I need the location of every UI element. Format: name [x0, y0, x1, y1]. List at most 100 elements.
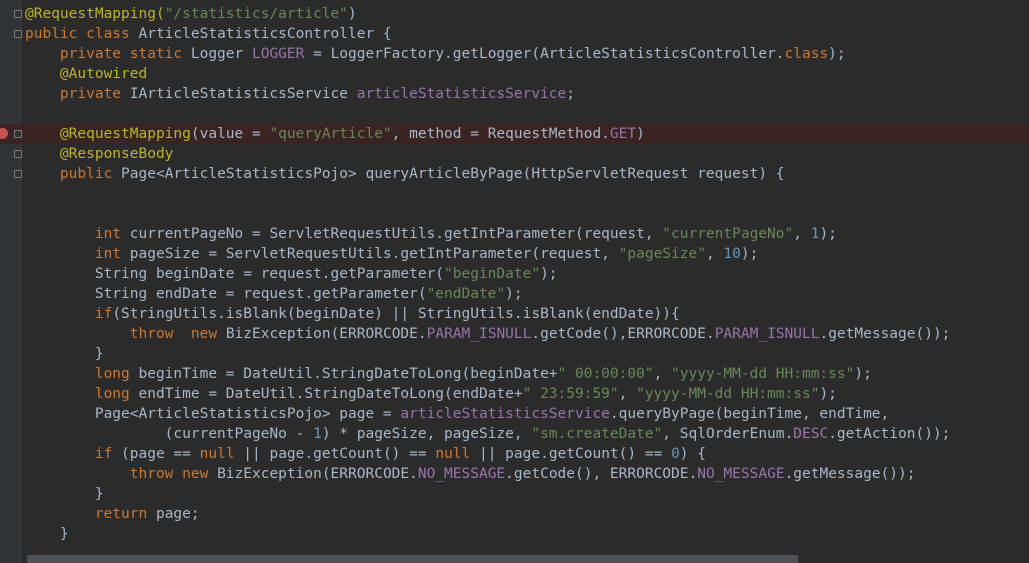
code-token: );	[740, 246, 759, 262]
code-area[interactable]: @RequestMapping("/statistics/article") pu…	[0, 4, 1029, 544]
code-token: );	[819, 386, 837, 402]
code-token: }	[25, 526, 69, 542]
code-token: "/statistics/article"	[164, 6, 349, 22]
code-token: ,	[653, 366, 672, 382]
code-token: "beginDate"	[444, 266, 541, 282]
code-editor[interactable]: @RequestMapping("/statistics/article") pu…	[0, 0, 1029, 563]
code-line[interactable]: if (page == null || page.getCount() == n…	[0, 444, 1029, 464]
code-line[interactable]: String endDate = request.getParameter("e…	[0, 284, 1029, 304]
code-token: );	[819, 226, 837, 242]
code-token: "currentPageNo"	[662, 226, 794, 242]
code-line[interactable]: long beginTime = DateUtil.StringDateToLo…	[0, 364, 1029, 384]
code-token: String endDate = request.getParameter(	[25, 286, 427, 302]
code-line[interactable]: return page;	[0, 504, 1029, 524]
code-token: if	[94, 446, 113, 462]
code-token: PARAM_ISNULL	[714, 326, 820, 342]
code-token: (page ==	[112, 446, 200, 462]
code-token: 0	[671, 446, 680, 462]
code-token: "yyyy-MM-dd HH:mm:ss"	[636, 386, 820, 402]
code-token: (value =	[190, 126, 270, 142]
fold-marker-icon[interactable]	[14, 10, 22, 18]
code-line[interactable]: }	[0, 484, 1029, 504]
code-token: .queryByPage(beginTime, endTime,	[609, 406, 890, 422]
code-token: Page<ArticleStatisticsPojo> queryArticle…	[112, 166, 785, 182]
code-line[interactable]: public Page<ArticleStatisticsPojo> query…	[0, 164, 1029, 184]
code-token: beginTime = DateUtil.StringDateToLong(be…	[129, 366, 558, 382]
code-token: BizException(ERRORCODE.	[208, 466, 418, 482]
code-token: "yyyy-MM-dd HH:mm:ss"	[671, 366, 855, 382]
fold-marker-icon[interactable]	[14, 30, 22, 38]
breakpoint-icon[interactable]	[0, 128, 8, 139]
code-token: endTime = DateUtil.StringDateToLong(endD…	[129, 386, 523, 402]
code-line[interactable]: private static Logger LOGGER = LoggerFac…	[0, 44, 1029, 64]
code-token: new	[190, 326, 218, 342]
code-line[interactable]	[0, 104, 1029, 124]
code-line[interactable]: throw new BizException(ERRORCODE.PARAM_I…	[0, 324, 1029, 344]
fold-marker-icon[interactable]	[14, 170, 22, 178]
code-token: 1	[313, 426, 322, 442]
code-line[interactable]: String beginDate = request.getParameter(…	[0, 264, 1029, 284]
code-token: @ResponseBody	[59, 146, 174, 162]
code-token: ) * pageSize, pageSize,	[321, 426, 532, 442]
code-line[interactable]	[0, 184, 1029, 204]
code-line[interactable]: throw new BizException(ERRORCODE.NO_MESS…	[0, 464, 1029, 484]
code-token: if	[94, 306, 113, 322]
code-token: "endDate"	[426, 286, 506, 302]
code-token: articleStatisticsService	[400, 406, 610, 422]
code-token: null	[199, 446, 235, 462]
code-token: Page<ArticleStatisticsPojo> page =	[25, 406, 401, 422]
code-token: ,	[705, 246, 724, 262]
code-line[interactable]: Page<ArticleStatisticsPojo> page = artic…	[0, 404, 1029, 424]
code-token: (StringUtils.isBlank(beginDate) || Strin…	[112, 306, 680, 322]
code-token: String beginDate = request.getParameter(	[25, 266, 445, 282]
code-token: );	[505, 286, 523, 302]
code-token: .getMessage());	[819, 326, 951, 342]
code-line[interactable]: private IArticleStatisticsService articl…	[0, 84, 1029, 104]
code-line[interactable]: @ResponseBody	[0, 144, 1029, 164]
code-token: DESC	[793, 426, 829, 442]
code-line[interactable]: @Autowired	[0, 64, 1029, 84]
code-token: .getAction());	[828, 426, 951, 442]
code-token: @Autowired	[59, 66, 148, 82]
code-token: LOGGER	[251, 46, 305, 62]
code-token: )	[348, 6, 357, 22]
code-token: @RequestMapping(	[25, 6, 165, 22]
code-line[interactable]: }	[0, 524, 1029, 544]
code-token: , method = RequestMethod.	[391, 126, 610, 142]
code-token: class	[784, 46, 829, 62]
code-line[interactable]: if(StringUtils.isBlank(beginDate) || Str…	[0, 304, 1029, 324]
code-token: PARAM_ISNULL	[426, 326, 532, 342]
code-line[interactable]: int pageSize = ServletRequestUtils.getIn…	[0, 244, 1029, 264]
code-line[interactable]: public class ArticleStatisticsController…	[0, 24, 1029, 44]
code-line[interactable]: (currentPageNo - 1) * pageSize, pageSize…	[0, 424, 1029, 444]
fold-marker-icon[interactable]	[14, 150, 22, 158]
horizontal-scrollbar[interactable]	[27, 555, 798, 563]
code-token: 10	[723, 246, 741, 262]
code-line[interactable]	[0, 204, 1029, 224]
code-line[interactable]: @RequestMapping("/statistics/article")	[0, 4, 1029, 24]
code-token: long	[94, 386, 130, 402]
fold-marker-icon[interactable]	[14, 130, 22, 138]
code-token: }	[25, 346, 104, 362]
code-token: NO_MESSAGE	[697, 466, 785, 482]
code-line[interactable]: int currentPageNo = ServletRequestUtils.…	[0, 224, 1029, 244]
code-token: currentPageNo = ServletRequestUtils.getI…	[121, 226, 663, 242]
code-line[interactable]: }	[0, 344, 1029, 364]
code-token: long	[94, 366, 130, 382]
code-token: ,	[618, 386, 637, 402]
code-token: );	[540, 266, 558, 282]
code-line[interactable]: long endTime = DateUtil.StringDateToLong…	[0, 384, 1029, 404]
code-token: (currentPageNo -	[25, 426, 314, 442]
code-token: BizException(ERRORCODE.	[217, 326, 427, 342]
code-token: )	[636, 126, 645, 142]
code-line[interactable]: @RequestMapping(value = "queryArticle", …	[0, 124, 1029, 144]
